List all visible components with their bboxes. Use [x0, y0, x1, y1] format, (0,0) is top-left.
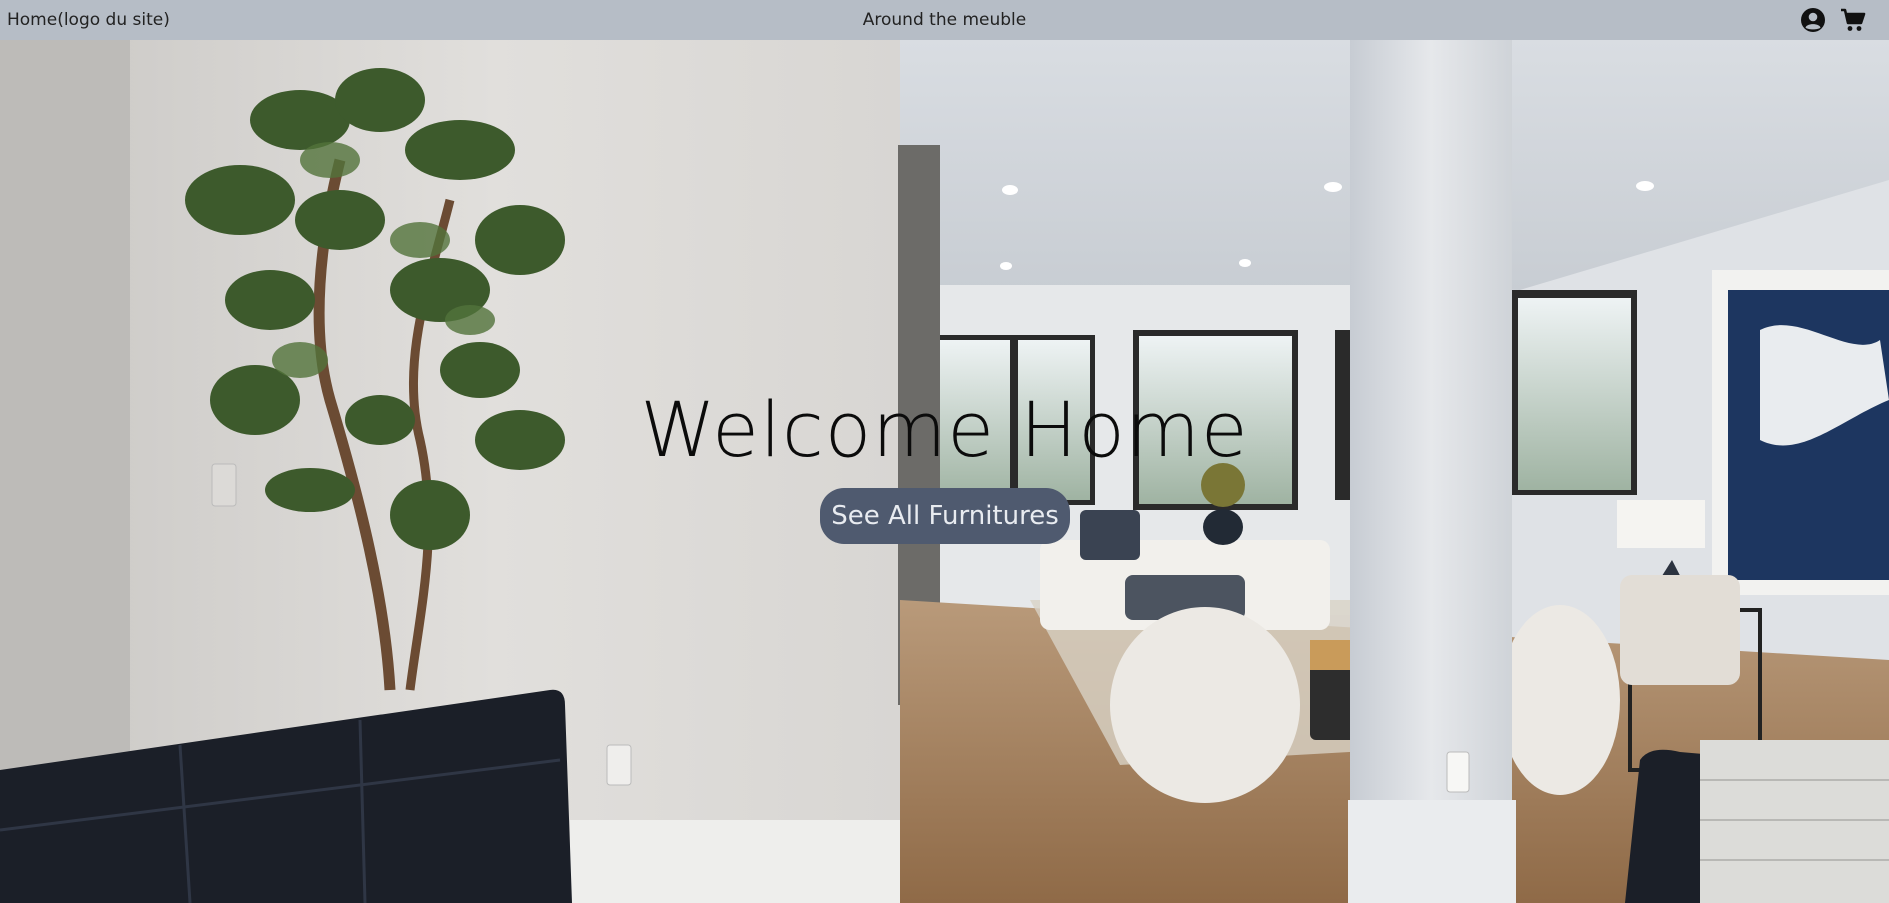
hero-section: Welcome Home See All Furnitures: [0, 40, 1889, 903]
top-nav-bar: Home(logo du site) Around the meuble: [0, 0, 1889, 40]
site-title: Around the meuble: [862, 10, 1027, 30]
cart-icon[interactable]: [1840, 7, 1866, 33]
hero-title: Welcome Home: [640, 385, 1249, 474]
site-logo-link[interactable]: Home(logo du site): [7, 0, 170, 40]
site-title-container: Around the meuble: [0, 0, 1889, 40]
nav-icons: [1800, 7, 1866, 33]
account-icon[interactable]: [1800, 7, 1826, 33]
see-all-furnitures-button[interactable]: See All Furnitures: [820, 488, 1070, 544]
hero-content: Welcome Home See All Furnitures: [0, 40, 1889, 903]
